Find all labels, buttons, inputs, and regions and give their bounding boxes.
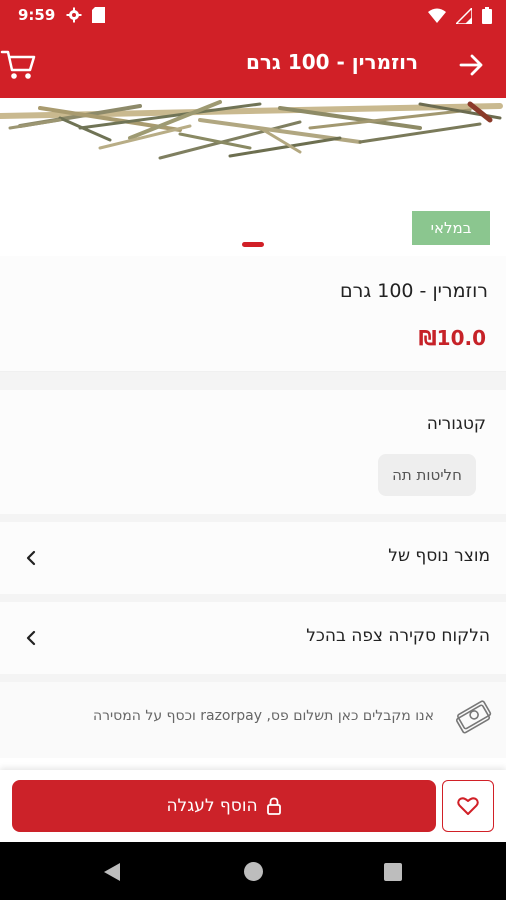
section-divider [0,372,506,390]
more-products-row[interactable]: מוצר נוסף של [0,522,506,594]
heart-icon [457,797,479,815]
sd-card-icon [92,7,105,23]
chevron-left-icon [26,550,36,566]
wishlist-button[interactable] [442,780,494,832]
section-divider [0,514,506,522]
payment-info: אנו מקבלים כאן תשלום פס, razorpay וכסף ע… [0,682,506,758]
shopping-cart-icon[interactable] [0,48,36,82]
section-divider [0,674,506,682]
payment-note: אנו מקבלים כאן תשלום פס, razorpay וכסף ע… [93,708,434,724]
system-nav-bar [0,842,506,900]
stock-badge: במלאי [412,211,490,245]
nav-home-icon[interactable] [244,862,263,881]
nav-back-icon[interactable] [102,862,122,882]
arrow-right-icon[interactable] [456,50,486,80]
reviews-label: הלקוח סקירה צפה בהכל [306,626,490,646]
nav-recents-icon[interactable] [384,863,402,881]
lock-icon [266,797,281,815]
chevron-left-icon [26,630,36,646]
wifi-icon [428,8,446,23]
category-section: קטגוריה חליטות תה [0,390,506,514]
image-pager-indicator [242,242,264,247]
section-divider [0,594,506,602]
product-price: ₪10.0 [418,326,486,350]
app-bar: רוזמרין - 100 גרם [0,32,506,98]
category-chip[interactable]: חליטות תה [378,454,476,496]
page-title: רוזמרין - 100 גרם [245,50,418,74]
money-icon [455,700,492,734]
bottom-action-bar: הוסף לעגלה [0,770,506,842]
more-products-label: מוצר נוסף של [388,546,490,566]
settings-gear-icon [66,7,82,23]
status-bar: 9:59 [0,0,506,32]
product-info-card: רוזמרין - 100 גרם ₪10.0 [0,256,506,372]
reviews-row[interactable]: הלקוח סקירה צפה בהכל [0,602,506,674]
status-time: 9:59 [18,6,56,24]
battery-icon [482,7,492,24]
signal-icon [456,7,472,24]
category-title: קטגוריה [426,414,486,434]
product-name: רוזמרין - 100 גרם [340,280,488,302]
add-to-cart-button[interactable]: הוסף לעגלה [12,780,436,832]
add-to-cart-label: הוסף לעגלה [166,796,258,816]
product-screen: 9:59 רוזמרין - 100 גרם במלאי רוזמרין - 1… [0,0,506,900]
